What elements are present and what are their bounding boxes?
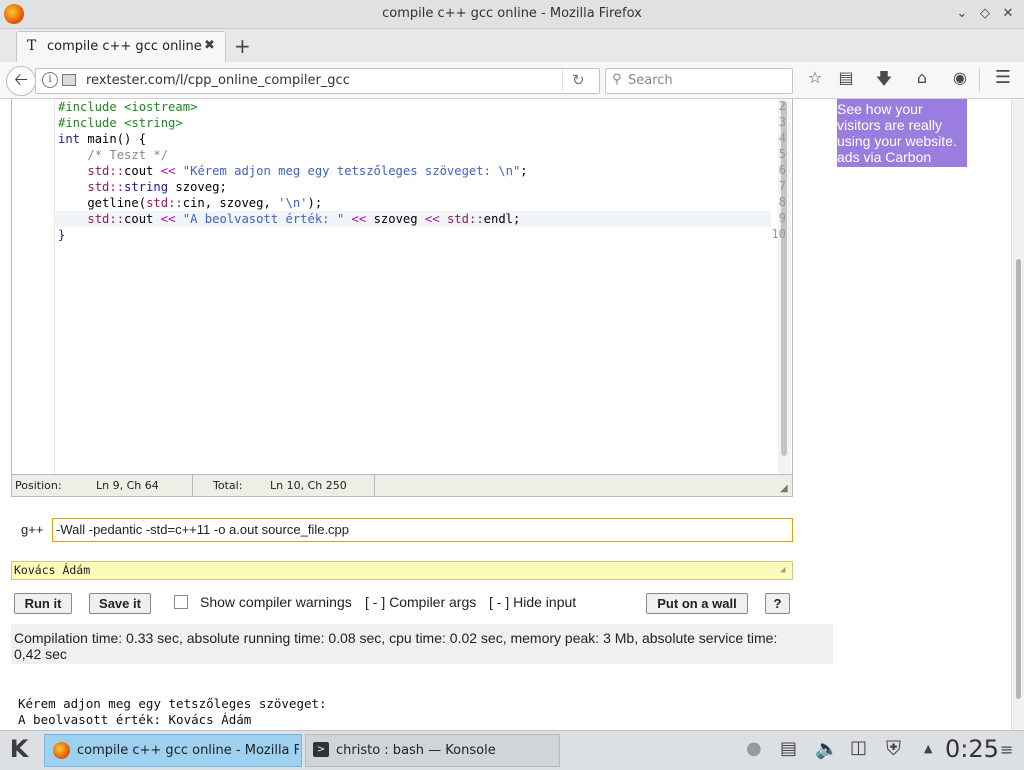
code-line[interactable]: getline(std::cin, szoveg, '\n'); [58,195,322,211]
output-line: Kérem adjon meg egy tetszőleges szöveget… [18,696,327,711]
code-line[interactable]: std::cout << "Kérem adjon meg egy tetsző… [58,163,527,179]
line-number: 5 [778,147,786,161]
save-button[interactable]: Save it [89,593,151,614]
compiler-args-value: -Wall -pedantic -std=c++11 -o a.out sour… [56,522,350,537]
navigation-bar: 🡠 i rextester.com/l/cpp_online_compiler_… [0,62,1024,99]
tab-label: compile c++ gcc online [47,39,202,54]
clock[interactable]: 0:25 [945,735,999,763]
terminal-icon: > [313,742,329,757]
show-warnings-label[interactable]: Show compiler warnings [200,594,352,610]
tab-close-icon[interactable]: ✖ [204,38,215,53]
line-number: 4 [778,131,786,145]
status-divider [374,475,375,496]
put-on-wall-button[interactable]: Put on a wall [646,593,748,614]
code-line[interactable]: #include <string> [58,115,183,131]
pocket-icon[interactable]: ◉ [950,68,970,87]
tab-favicon-icon: T [27,38,37,54]
line-number: 6 [778,163,786,177]
compiler-label: g++ [21,522,44,537]
kde-launcher-icon[interactable]: K [4,734,34,764]
line-number: 8 [778,195,786,209]
line-number: 10 [771,227,786,241]
compiler-args-input[interactable]: -Wall -pedantic -std=c++11 -o a.out sour… [52,518,793,542]
tab-active[interactable]: T compile c++ gcc online ✖ [16,31,226,62]
line-number: 2 [778,99,786,113]
toolbar-divider [979,68,980,92]
code-line[interactable]: #include <iostream> [58,99,197,115]
reload-icon[interactable]: ↻ [572,71,585,89]
menu-icon[interactable]: ☰ [992,67,1014,88]
taskbar-item-label: compile c++ gcc online - Mozilla Fire [77,743,299,758]
search-bar[interactable]: ⚲ Search [605,68,793,94]
page-icon [62,74,76,86]
security-shield-icon[interactable]: ⛨ [886,736,901,760]
taskbar-item-firefox[interactable]: compile c++ gcc online - Mozilla Fire [44,734,302,767]
page-scrollbar-thumb[interactable] [1016,259,1021,699]
help-button[interactable]: ? [765,593,790,614]
page-scrollbar[interactable] [1011,99,1024,730]
home-icon[interactable]: ⌂ [912,68,932,87]
line-number-gutter [12,99,55,474]
show-warnings-checkbox[interactable] [174,595,188,609]
user-status-icon[interactable]: ● [746,738,762,759]
code-line[interactable]: int main() { [58,131,146,147]
search-icon: ⚲ [612,72,622,87]
url-bar[interactable]: i rextester.com/l/cpp_online_compiler_gc… [35,68,600,94]
line-number: 7 [778,179,786,193]
back-icon[interactable]: 🡠 [6,66,36,96]
maximize-icon[interactable]: ◇ [975,4,995,24]
ad-text[interactable]: See how your visitors are really using y… [837,101,957,165]
output-line: A beolvasott érték: Kovács Ádám [18,712,252,727]
taskbar-item-label: christo : bash — Konsole [336,743,496,758]
run-button[interactable]: Run it [14,593,72,614]
taskbar-item-konsole[interactable]: > christo : bash — Konsole [305,734,560,767]
line-number: 9 [778,211,786,225]
code-line[interactable]: std::string szoveg; [58,179,226,195]
search-placeholder: Search [628,73,673,88]
firefox-icon [53,742,70,759]
download-icon[interactable]: 🡇 [874,68,894,95]
panel-menu-icon[interactable]: ≡ [1000,740,1013,759]
carbon-ad[interactable]: See how your visitors are really using y… [837,99,967,167]
position-label: Position: [15,479,62,492]
clipboard-icon[interactable]: ▤ [780,738,797,759]
code-line[interactable]: } [58,227,65,243]
stdin-value: Kovács Ádám [14,563,91,577]
program-output: Kérem adjon meg egy tetszőleges szöveget… [18,696,327,728]
window-titlebar: compile c++ gcc online - Mozilla Firefox… [0,0,1024,29]
compiler-args-toggle[interactable]: [ - ] Compiler args [365,594,476,610]
window-title: compile c++ gcc online - Mozilla Firefox [382,6,642,21]
info-icon[interactable]: i [42,72,58,88]
minimize-icon[interactable]: ⌄ [952,4,972,24]
code-editor[interactable]: #include <iostream> #include <string> int … [11,99,793,475]
total-value: Ln 10, Ch 250 [270,479,347,492]
url-text[interactable]: rextester.com/l/cpp_online_compiler_gcc [86,73,350,88]
stdin-resize-grip-icon[interactable]: ◢ [780,565,785,575]
close-window-icon[interactable]: ✕ [998,4,1018,24]
bookmark-star-icon[interactable]: ☆ [805,68,825,87]
reading-list-icon[interactable]: ▤ [836,68,856,87]
new-tab-icon[interactable]: + [234,34,251,58]
volume-icon[interactable]: 🔈 [815,737,839,760]
hide-input-toggle[interactable]: [ - ] Hide input [489,594,576,610]
tray-expand-icon[interactable]: ▲ [924,742,932,755]
editor-status-bar: Position: Ln 9, Ch 64 Total: Ln 10, Ch 2… [11,474,793,497]
code-line[interactable]: std::cout << "A beolvasott érték: " << s… [58,211,520,227]
compilation-stats: Compilation time: 0.33 sec, absolute run… [14,630,778,662]
code-line[interactable]: /* Teszt */ [58,147,168,163]
line-number: 3 [778,115,786,129]
status-divider [192,475,193,496]
stdin-input[interactable]: Kovács Ádám ◢ [11,561,793,580]
url-divider [562,70,563,90]
network-icon[interactable]: ◫ [850,737,867,758]
resize-grip-icon[interactable]: ◢ [780,483,788,494]
position-value: Ln 9, Ch 64 [96,479,159,492]
total-label: Total: [213,479,243,492]
